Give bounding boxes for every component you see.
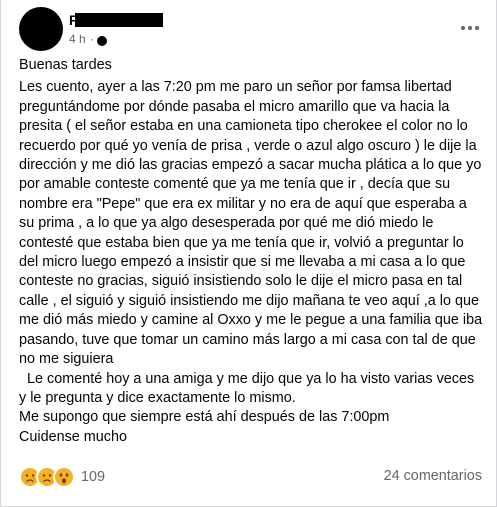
reaction-count[interactable]: 109 (81, 469, 105, 485)
more-options-button[interactable] (458, 16, 482, 40)
post-paragraph-2: Le comenté hoy a una amiga y me dijo que… (19, 370, 479, 406)
facebook-post: F 4 h · Buenas tardes Les cuento, ayer a… (0, 0, 497, 507)
reactions-summary[interactable]: 109 (19, 466, 105, 488)
post-meta: 4 h · (69, 32, 107, 46)
more-dot-icon (461, 26, 465, 30)
more-dot-icon (468, 26, 472, 30)
post-footer: 109 24 comentarios (1, 462, 496, 492)
post-time[interactable]: 4 h (69, 32, 86, 46)
post-header: F 4 h · (1, 0, 496, 60)
author-avatar[interactable] (19, 7, 63, 51)
author-name-redaction (75, 13, 163, 27)
post-paragraph: Les cuento, ayer a las 7:20 pm me paro u… (19, 79, 483, 368)
meta-separator: · (89, 32, 94, 46)
wow-reaction-icon (53, 466, 75, 488)
audience-icon[interactable] (96, 35, 107, 46)
post-line-3: Me supongo que siempre está ahí después … (19, 409, 390, 426)
more-dot-icon (475, 26, 479, 30)
post-greeting: Buenas tardes (19, 57, 112, 73)
comments-count[interactable]: 24 comentarios (384, 468, 482, 484)
post-body: Buenas tardes Les cuento, ayer a las 7:2… (19, 56, 483, 447)
post-line-4: Cuidense mucho (19, 428, 127, 445)
